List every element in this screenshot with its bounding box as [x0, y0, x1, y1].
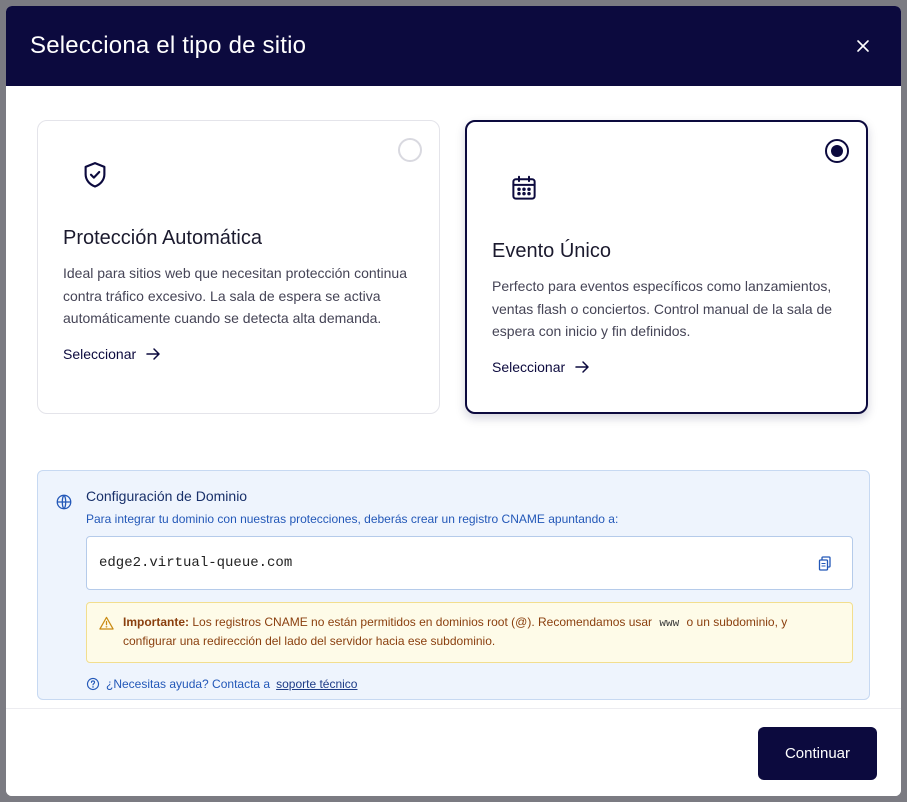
- radio-selected-dot: [831, 145, 843, 157]
- help-text: ¿Necesitas ayuda? Contacta a: [106, 677, 271, 691]
- close-icon: [857, 40, 869, 52]
- modal-header: Selecciona el tipo de sitio: [6, 6, 901, 86]
- site-type-modal: Selecciona el tipo de sitio Protección A…: [6, 6, 901, 796]
- domain-config-panel: Configuración de Dominio Para integrar t…: [37, 470, 870, 700]
- warning-text-1: Los registros CNAME no están permitidos …: [192, 615, 653, 629]
- modal-title: Selecciona el tipo de sitio: [30, 32, 307, 59]
- radio-automatic-protection[interactable]: [398, 138, 422, 162]
- select-link-label: Seleccionar: [63, 346, 137, 363]
- warning-code: www: [659, 618, 680, 630]
- arrow-right-icon: [575, 361, 589, 373]
- continue-button[interactable]: Continuar: [758, 727, 877, 780]
- support-link[interactable]: soporte técnico: [276, 677, 357, 691]
- card-description: Perfecto para eventos específicos como l…: [492, 278, 833, 340]
- help-icon: [86, 677, 100, 691]
- card-title: Protección Automática: [63, 227, 262, 249]
- copy-icon: [818, 555, 831, 571]
- select-link[interactable]: Seleccionar: [63, 346, 161, 362]
- site-type-options: Protección Automática Ideal para sitios …: [37, 120, 870, 414]
- option-card-automatic-protection[interactable]: Protección Automática Ideal para sitios …: [37, 120, 440, 414]
- card-description: Ideal para sitios web que necesitan prot…: [63, 265, 407, 327]
- help-row: ¿Necesitas ayuda? Contacta a soporte téc…: [86, 677, 853, 691]
- cname-warning: Importante: Los registros CNAME no están…: [86, 602, 853, 663]
- select-link-label: Seleccionar: [492, 359, 566, 376]
- domain-config-subtitle: Para integrar tu dominio con nuestras pr…: [86, 512, 619, 526]
- radio-single-event[interactable]: [825, 139, 849, 163]
- select-link[interactable]: Seleccionar: [492, 359, 590, 375]
- warning-icon: [99, 616, 114, 630]
- arrow-right-icon: [146, 348, 160, 360]
- cname-field[interactable]: edge2.virtual-queue.com: [86, 536, 853, 590]
- globe-icon: [56, 494, 72, 510]
- close-button[interactable]: [849, 32, 877, 60]
- domain-config-title: Configuración de Dominio: [86, 488, 248, 504]
- option-card-single-event[interactable]: Evento Único Perfecto para eventos espec…: [465, 120, 868, 414]
- cname-value[interactable]: edge2.virtual-queue.com: [99, 555, 292, 571]
- modal-footer: Continuar: [6, 708, 901, 796]
- warning-label: Importante:: [123, 615, 189, 629]
- card-title: Evento Único: [492, 240, 611, 262]
- copy-button[interactable]: [814, 552, 836, 574]
- calendar-icon: [504, 168, 544, 208]
- shield-check-icon: [75, 155, 115, 195]
